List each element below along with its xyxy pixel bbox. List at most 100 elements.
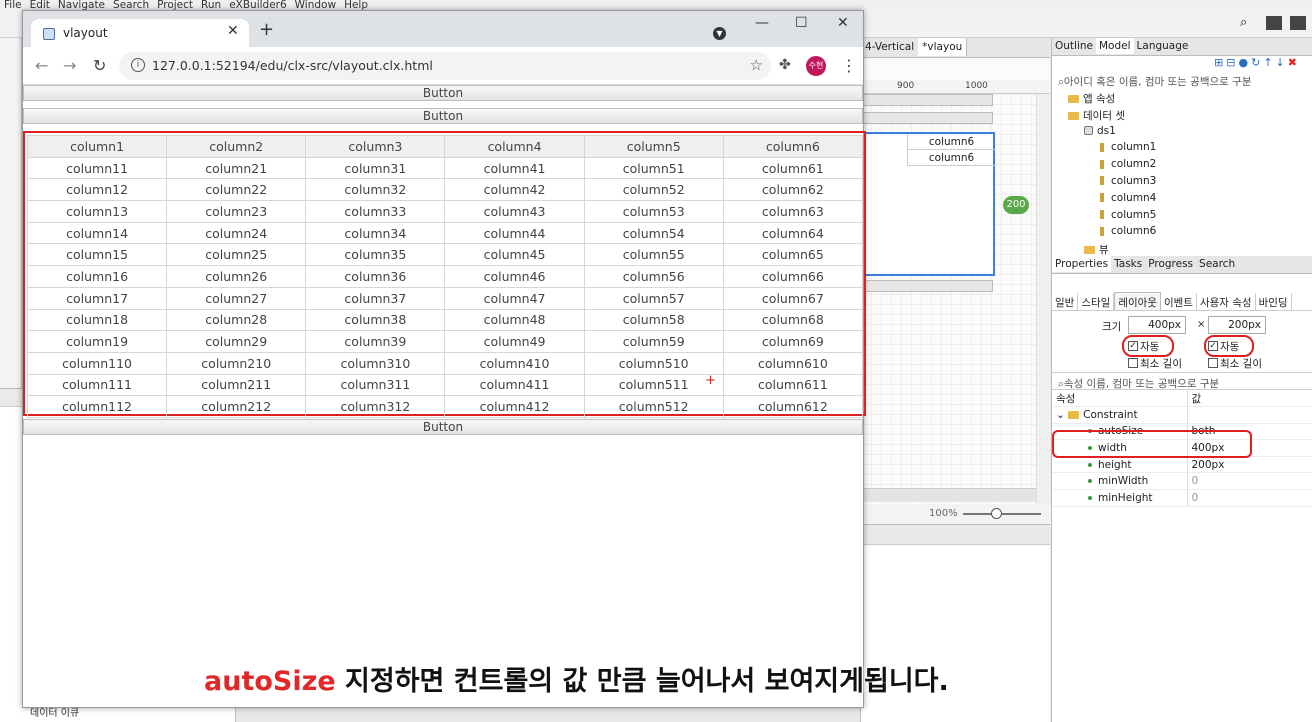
grid-cell[interactable]: column43 — [444, 200, 585, 223]
grid-cell[interactable]: column63 — [722, 200, 864, 223]
property-row[interactable]: minWidth 0 — [1052, 472, 1312, 491]
property-row[interactable]: height 200px — [1052, 456, 1312, 474]
tree-item[interactable]: ds1 — [1052, 125, 1312, 142]
tree-item[interactable]: 앱 속성 — [1052, 91, 1312, 108]
zoom-slider-track[interactable] — [963, 513, 1041, 515]
tab-properties[interactable]: Properties — [1052, 256, 1112, 272]
grid-cell[interactable]: column46 — [444, 265, 585, 288]
grid-cell[interactable]: column51 — [583, 156, 724, 180]
grid-cell[interactable]: column55 — [583, 243, 724, 267]
tree-item[interactable]: column4 — [1052, 192, 1312, 209]
tree-item[interactable]: column6 — [1052, 225, 1312, 242]
tab-4-vertical[interactable]: 4-Vertical — [861, 38, 918, 56]
close-icon[interactable]: ✕ — [227, 23, 239, 39]
grid-cell[interactable]: column59 — [583, 330, 724, 353]
grid-cell[interactable]: column612 — [722, 395, 864, 418]
new-tab-icon[interactable]: + — [259, 21, 274, 39]
grid-row[interactable]: column12 column22 column32 column42 column52… — [26, 178, 864, 202]
grid-cell[interactable]: column310 — [305, 351, 446, 375]
grid-cell[interactable]: column22 — [166, 178, 307, 202]
grid-header-cell[interactable]: column1 — [26, 135, 168, 158]
property-value[interactable]: 200px — [1187, 456, 1312, 474]
property-value[interactable]: 0 — [1187, 472, 1312, 491]
grid-cell[interactable]: column112 — [26, 395, 168, 418]
subtab-general[interactable]: 일반 — [1052, 293, 1079, 310]
grid-cell[interactable]: column211 — [166, 373, 307, 397]
grid-cell[interactable]: column26 — [166, 265, 307, 288]
grid-cell[interactable]: column48 — [444, 308, 585, 332]
grid-cell[interactable]: column57 — [583, 286, 724, 310]
design-button[interactable] — [861, 112, 993, 124]
search-icon[interactable]: ⌕ — [1240, 15, 1247, 30]
maximize-icon[interactable]: ☐ — [795, 15, 808, 31]
close-icon[interactable]: ✖ — [1288, 56, 1300, 69]
grid-cell[interactable]: column31 — [305, 156, 446, 180]
grid-cell[interactable]: column69 — [722, 330, 864, 353]
grid-cell[interactable]: column512 — [583, 395, 724, 418]
extensions-puzzle-icon[interactable]: ✤ — [779, 57, 791, 73]
grid-row[interactable]: column111 column211 column311 column411 colu… — [26, 373, 864, 397]
button-bottom[interactable]: Button — [23, 419, 863, 435]
model-search[interactable]: ⌕아이디 혹은 이름, 컴마 또는 공백으로 구분 — [1052, 74, 1312, 91]
grid-cell[interactable]: column410 — [444, 351, 585, 375]
min-height-checkbox[interactable]: 최소 길이 — [1208, 356, 1262, 371]
model-toolbar-icons[interactable]: ⊞⊟●↻↑↓✖ — [1052, 56, 1312, 74]
reload-icon[interactable]: ↻ — [93, 56, 106, 75]
subtab-user-attr[interactable]: 사용자 속성 — [1197, 293, 1256, 310]
tab-model[interactable]: Model — [1096, 38, 1134, 54]
zoom-slider-knob[interactable] — [991, 508, 1002, 519]
grid-row[interactable]: column15 column25 column35 column45 column55… — [26, 243, 864, 267]
grid-header-cell[interactable]: column5 — [583, 135, 724, 158]
grid-cell[interactable]: column35 — [305, 243, 446, 267]
grid-row[interactable]: column11 column21 column31 column41 column51… — [26, 156, 864, 180]
grid-cell[interactable]: column312 — [305, 395, 446, 418]
grid-cell[interactable]: column110 — [26, 351, 168, 375]
grid-cell[interactable]: column32 — [305, 178, 446, 202]
back-arrow-icon[interactable]: ← — [35, 56, 48, 75]
grid-cell[interactable]: column61 — [722, 156, 864, 180]
grid-cell[interactable]: column13 — [26, 200, 168, 223]
design-canvas[interactable]: column6 column6 200 — [861, 94, 1036, 504]
grid-cell[interactable]: column212 — [166, 395, 307, 418]
grid-cell[interactable]: column11 — [26, 156, 168, 180]
design-grid[interactable]: column6 column6 — [861, 132, 995, 276]
grid-cell[interactable]: column33 — [305, 200, 446, 223]
tab-language[interactable]: Language — [1134, 38, 1192, 54]
grid-cell[interactable]: column18 — [26, 308, 168, 332]
grid-header-cell[interactable]: column4 — [444, 135, 585, 158]
grid-row[interactable]: column19 column29 column39 column49 column59… — [26, 330, 864, 353]
grid-cell[interactable]: column14 — [26, 221, 168, 245]
grid-cell[interactable]: column45 — [444, 243, 585, 267]
tree-item[interactable]: 데이터 셋 — [1052, 108, 1312, 125]
grid-cell[interactable]: column39 — [305, 330, 446, 353]
grid-cell[interactable]: column67 — [722, 286, 864, 310]
info-icon[interactable]: i — [131, 58, 145, 72]
data-grid[interactable]: column1 column2 column3 column4 column5 colum… — [26, 135, 864, 418]
button-top-2[interactable]: Button — [23, 108, 863, 124]
width-input[interactable]: 400px — [1128, 316, 1186, 334]
grid-cell[interactable]: column44 — [444, 221, 585, 245]
grid-cell[interactable]: column210 — [166, 351, 307, 375]
minimize-icon[interactable]: — — [755, 15, 769, 31]
grid-cell[interactable]: column19 — [26, 330, 168, 353]
tab-search[interactable]: Search — [1196, 256, 1238, 272]
perspective-icon[interactable] — [1266, 16, 1282, 30]
tab-progress[interactable]: Progress — [1145, 256, 1196, 272]
grid-row[interactable]: column17 column27 column37 column47 column57… — [26, 286, 864, 310]
tree-item[interactable]: column2 — [1052, 158, 1312, 175]
grid-cell[interactable]: column65 — [722, 243, 864, 267]
editor-hscroll[interactable] — [861, 488, 1036, 502]
grid-cell[interactable]: column23 — [166, 200, 307, 223]
tab-search-icon[interactable]: ▼ — [713, 27, 726, 40]
grid-cell[interactable]: column311 — [305, 373, 446, 397]
grid-row[interactable]: column112 column212 column312 column412 colu… — [26, 395, 864, 418]
height-input[interactable]: 200px — [1208, 316, 1266, 334]
grid-cell[interactable]: column12 — [26, 178, 168, 202]
kebab-menu-icon[interactable]: ⋮ — [841, 56, 857, 75]
grid-cell[interactable]: column28 — [166, 308, 307, 332]
grid-row[interactable]: column14 column24 column34 column44 column54… — [26, 221, 864, 245]
grid-cell[interactable]: column47 — [444, 286, 585, 310]
grid-cell[interactable]: column49 — [444, 330, 585, 353]
property-search[interactable]: ⌕속성 이름, 컴마 또는 공백으로 구분 — [1052, 372, 1312, 390]
close-window-icon[interactable]: ✕ — [837, 15, 849, 31]
